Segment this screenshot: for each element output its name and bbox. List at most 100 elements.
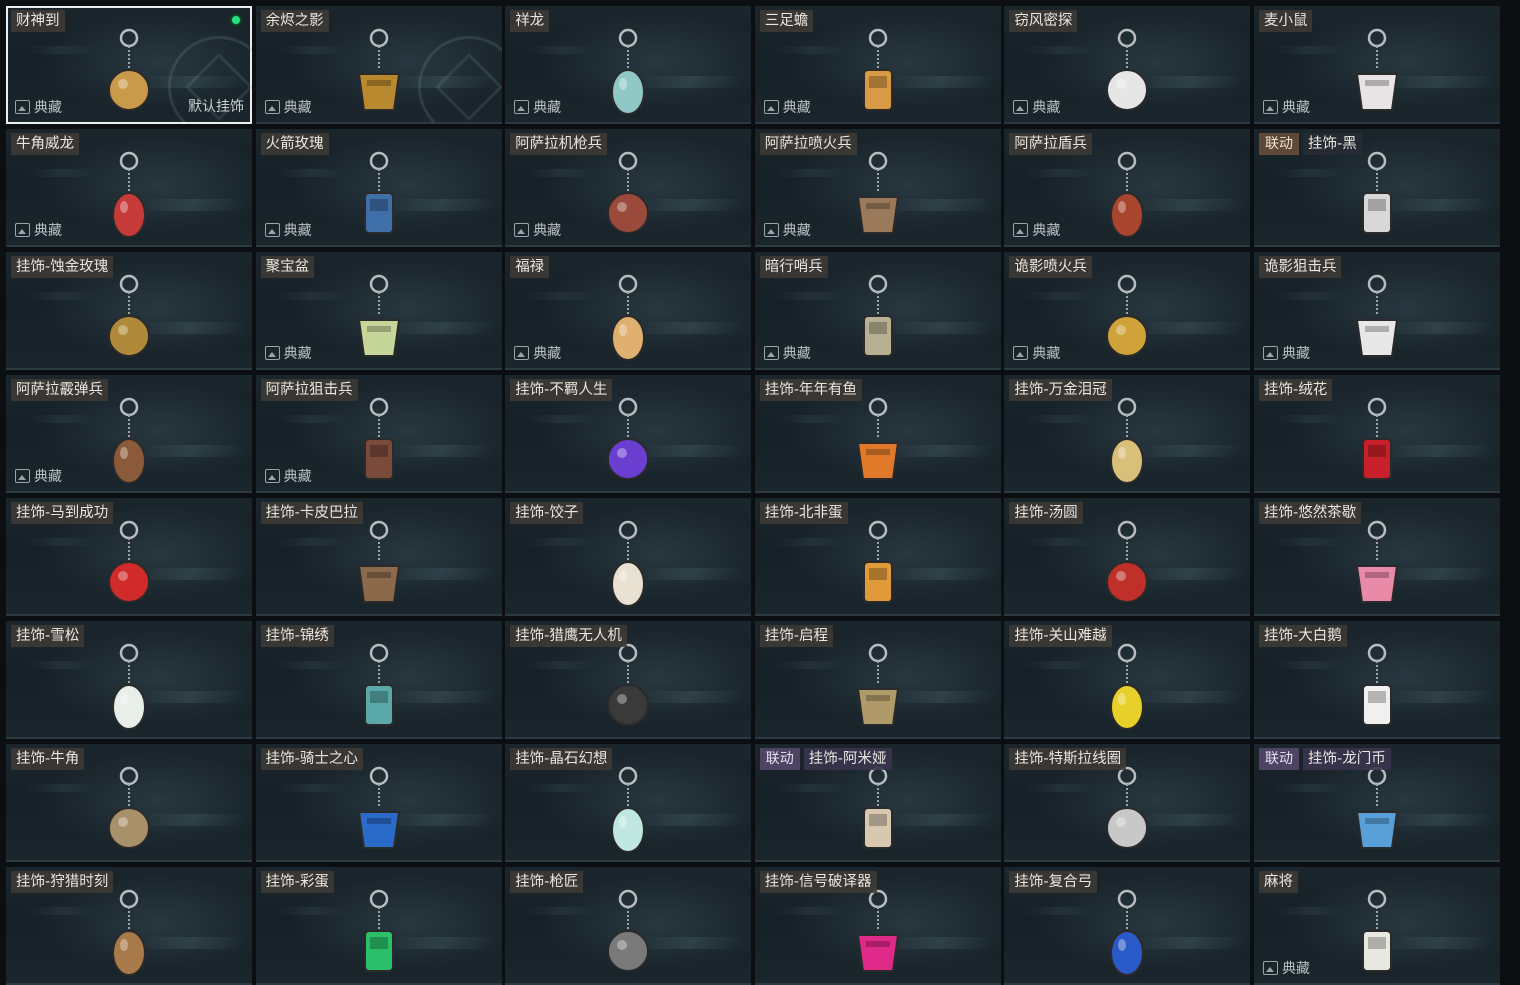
- charm-card-18[interactable]: 诡影狙击兵 典藏: [1253, 252, 1500, 370]
- charm-card-11[interactable]: 阿萨拉盾兵 典藏: [1004, 129, 1251, 247]
- easter-egg-charm-icon: [334, 885, 424, 983]
- charm-card-26[interactable]: 挂饰-卡皮巴拉: [255, 498, 502, 616]
- charm-name: 牛角威龙: [11, 133, 79, 155]
- collection-label: 典藏: [1032, 223, 1061, 239]
- charm-card-6[interactable]: 麦小鼠 典藏: [1253, 6, 1500, 124]
- badge-emblem-icon: [417, 36, 502, 122]
- collab-badge: 联动: [759, 748, 800, 770]
- charm-card-23[interactable]: 挂饰-万金泪冠: [1004, 375, 1251, 493]
- charm-card-32[interactable]: 挂饰-锦绣: [255, 621, 502, 739]
- collection-tag: 典藏: [514, 343, 561, 363]
- collection-icon: [15, 469, 30, 483]
- card-title-bar: 诡影狙击兵: [1258, 256, 1342, 278]
- charm-card-5[interactable]: 窃风密探 典藏: [1004, 6, 1251, 124]
- charm-card-15[interactable]: 福禄 典藏: [505, 252, 752, 370]
- card-title-bar: 挂饰-汤圆: [1009, 502, 1083, 524]
- charm-name: 挂饰-黑: [1302, 133, 1362, 155]
- fish-charm-icon: [833, 393, 923, 491]
- collection-tag: 典藏: [264, 343, 312, 363]
- charm-card-4[interactable]: 三足蟾 典藏: [754, 6, 1001, 124]
- collection-icon: [763, 346, 779, 360]
- charm-name: 挂饰-晶石幻想: [510, 748, 613, 770]
- compound-bow-charm-icon: [1082, 885, 1172, 983]
- card-title-bar: 挂饰-绒花: [1258, 379, 1333, 401]
- collection-icon: [514, 100, 530, 114]
- charm-card-8[interactable]: 火箭玫瑰 典藏: [255, 129, 502, 247]
- charm-card-9[interactable]: 阿萨拉机枪兵 典藏: [505, 129, 752, 247]
- collection-tag: 典藏: [763, 220, 811, 240]
- equipped-indicator-icon: [228, 12, 244, 28]
- card-title-bar: 财神到: [11, 10, 65, 32]
- card-title-bar: 挂饰-大白鹅: [1258, 625, 1347, 647]
- charm-name: 挂饰-万金泪冠: [1009, 379, 1112, 401]
- charm-card-47[interactable]: 挂饰-复合弓: [1004, 867, 1251, 985]
- charm-card-20[interactable]: 阿萨拉狙击兵 典藏: [255, 375, 502, 493]
- charm-card-1[interactable]: 财神到 典藏 默认挂饰: [6, 6, 252, 124]
- charm-card-12[interactable]: 联动 挂饰-黑: [1253, 129, 1500, 247]
- card-title-bar: 挂饰-悠然茶歇: [1258, 502, 1362, 524]
- charm-card-17[interactable]: 诡影喷火兵 典藏: [1004, 252, 1251, 370]
- charm-card-43[interactable]: 挂饰-狩猎时刻: [6, 867, 252, 985]
- collection-icon: [763, 100, 779, 114]
- card-title-bar: 阿萨拉霰弹兵: [11, 379, 108, 401]
- charm-card-24[interactable]: 挂饰-绒花: [1253, 375, 1500, 493]
- collection-tag: 典藏: [763, 97, 811, 117]
- collection-tag: 典藏: [1013, 343, 1060, 363]
- compass-charm-icon: [833, 639, 923, 737]
- charm-card-7[interactable]: 牛角威龙 典藏: [6, 129, 252, 247]
- charm-card-25[interactable]: 挂饰-马到成功: [6, 498, 252, 616]
- charm-card-21[interactable]: 挂饰-不羁人生: [505, 375, 752, 493]
- charm-name: 挂饰-悠然茶歇: [1258, 502, 1362, 524]
- card-title-bar: 牛角威龙: [11, 133, 79, 155]
- collection-tag: 典藏: [1013, 220, 1060, 240]
- charm-card-45[interactable]: 挂饰-枪匠: [505, 867, 752, 985]
- charm-card-38[interactable]: 挂饰-骑士之心: [255, 744, 502, 862]
- collection-tag: 典藏: [514, 220, 561, 240]
- charm-name: 挂饰-枪匠: [510, 871, 584, 893]
- butterfly-charm-icon: [334, 639, 424, 737]
- asala-sniper-charm-icon: [334, 393, 424, 491]
- charm-card-30[interactable]: 挂饰-悠然茶歇: [1253, 498, 1500, 616]
- charm-card-33[interactable]: 挂饰-猎鹰无人机: [505, 621, 752, 739]
- charm-card-3[interactable]: 祥龙 典藏: [505, 6, 752, 124]
- card-title-bar: 麻将: [1258, 871, 1298, 893]
- charm-card-16[interactable]: 暗行哨兵 典藏: [754, 252, 1001, 370]
- charm-card-2[interactable]: 余烬之影 典藏: [255, 6, 502, 124]
- charm-card-48[interactable]: 麻将 典藏: [1253, 867, 1500, 985]
- treasure-bowl-charm-icon: [334, 270, 424, 368]
- collection-tag: 典藏: [264, 466, 312, 486]
- charm-card-27[interactable]: 挂饰-饺子: [505, 498, 752, 616]
- collection-label: 典藏: [34, 100, 62, 116]
- charm-card-44[interactable]: 挂饰-彩蛋: [255, 867, 502, 985]
- charm-card-22[interactable]: 挂饰-年年有鱼: [754, 375, 1001, 493]
- default-charm-label: 默认挂饰: [188, 99, 244, 115]
- charm-card-42[interactable]: 联动 挂饰-龙门币: [1253, 744, 1500, 862]
- charm-card-28[interactable]: 挂饰-北非蛋: [754, 498, 1001, 616]
- charm-card-37[interactable]: 挂饰-牛角: [6, 744, 252, 862]
- card-title-bar: 麦小鼠: [1258, 10, 1313, 32]
- asala-gunner-charm-icon: [583, 147, 673, 245]
- charm-name: 挂饰-卡皮巴拉: [260, 502, 363, 524]
- charm-card-13[interactable]: 挂饰-蚀金玫瑰: [6, 252, 252, 370]
- gold-rose-charm-icon: [84, 270, 174, 368]
- charm-card-19[interactable]: 阿萨拉霰弹兵 典藏: [6, 375, 252, 493]
- dumpling-charm-icon: [583, 516, 673, 614]
- charm-card-36[interactable]: 挂饰-大白鹅: [1253, 621, 1500, 739]
- charm-card-34[interactable]: 挂饰-启程: [754, 621, 1001, 739]
- charm-card-14[interactable]: 聚宝盆 典藏: [255, 252, 502, 370]
- phantom-flamer-charm-icon: [1082, 270, 1172, 368]
- collection-icon: [264, 469, 280, 483]
- charm-card-40[interactable]: 联动 挂饰-阿米娅: [754, 744, 1001, 862]
- charm-card-31[interactable]: 挂饰-雪松: [6, 621, 252, 739]
- collection-tag: 典藏: [1262, 97, 1310, 117]
- collection-label: 典藏: [533, 223, 562, 239]
- charm-name: 阿萨拉机枪兵: [510, 133, 608, 155]
- charm-name: 挂饰-阿米娅: [803, 748, 892, 770]
- charm-card-10[interactable]: 阿萨拉喷火兵 典藏: [754, 129, 1001, 247]
- charm-card-35[interactable]: 挂饰-关山难越: [1004, 621, 1251, 739]
- charm-card-41[interactable]: 挂饰-特斯拉线圈: [1004, 744, 1251, 862]
- charm-card-46[interactable]: 挂饰-信号破译器: [754, 867, 1001, 985]
- charm-card-29[interactable]: 挂饰-汤圆: [1004, 498, 1251, 616]
- charm-card-39[interactable]: 挂饰-晶石幻想: [505, 744, 752, 862]
- card-title-bar: 阿萨拉狙击兵: [260, 379, 358, 401]
